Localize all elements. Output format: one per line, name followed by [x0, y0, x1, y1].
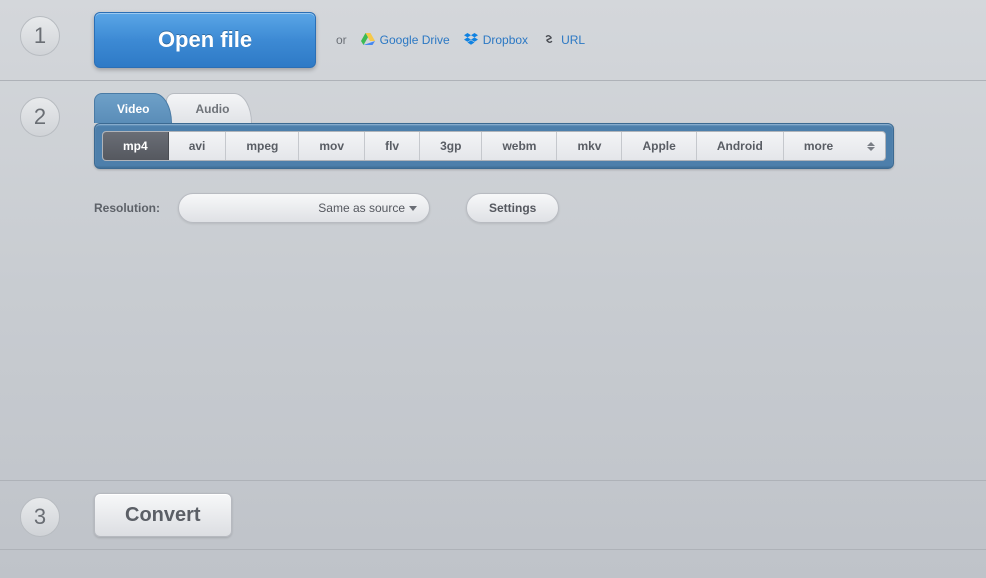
step-2-section: 2 Video Audio mp4 avi mpeg mov flv 3gp w…	[0, 81, 986, 481]
format-row: mp4 avi mpeg mov flv 3gp webm mkv Apple …	[102, 131, 886, 161]
source-label: Dropbox	[483, 33, 528, 47]
format-more[interactable]: more	[784, 132, 885, 160]
format-3gp[interactable]: 3gp	[420, 132, 482, 160]
media-tabs: Video Audio	[94, 93, 966, 123]
options-row: Resolution: Same as source Settings	[94, 193, 966, 223]
format-apple[interactable]: Apple	[622, 132, 696, 160]
resolution-dropdown[interactable]: Same as source	[178, 193, 430, 223]
source-url[interactable]: URL	[542, 33, 585, 48]
format-webm[interactable]: webm	[482, 132, 557, 160]
or-text: or	[336, 33, 347, 47]
format-flv[interactable]: flv	[365, 132, 420, 160]
resolution-value: Same as source	[318, 201, 405, 215]
resolution-label: Resolution:	[94, 201, 160, 215]
convert-button[interactable]: Convert	[94, 493, 232, 537]
chevron-down-icon	[409, 206, 417, 211]
open-file-button[interactable]: Open file	[94, 12, 316, 68]
link-icon	[542, 33, 556, 48]
tab-video[interactable]: Video	[94, 93, 172, 123]
file-sources: or Google Drive Dropbox URL	[336, 33, 585, 48]
step-badge-1: 1	[20, 16, 60, 56]
source-dropbox[interactable]: Dropbox	[464, 33, 528, 48]
dropbox-icon	[464, 33, 478, 48]
format-mov[interactable]: mov	[299, 132, 365, 160]
tab-audio[interactable]: Audio	[166, 93, 252, 123]
format-mkv[interactable]: mkv	[557, 132, 622, 160]
source-label: URL	[561, 33, 585, 47]
source-google-drive[interactable]: Google Drive	[361, 33, 450, 48]
format-mp4[interactable]: mp4	[103, 132, 169, 160]
step-badge-2: 2	[20, 97, 60, 137]
sort-icon	[867, 142, 875, 151]
step-badge-3: 3	[20, 497, 60, 537]
step-1-section: 1 Open file or Google Drive Dropbox URL	[0, 0, 986, 81]
source-label: Google Drive	[380, 33, 450, 47]
drive-icon	[361, 33, 375, 48]
format-mpeg[interactable]: mpeg	[226, 132, 299, 160]
settings-button[interactable]: Settings	[466, 193, 559, 223]
format-bar: mp4 avi mpeg mov flv 3gp webm mkv Apple …	[94, 123, 894, 169]
format-android[interactable]: Android	[697, 132, 784, 160]
format-more-label: more	[804, 139, 833, 153]
format-avi[interactable]: avi	[169, 132, 227, 160]
step-3-section: 3 Convert	[0, 481, 986, 550]
